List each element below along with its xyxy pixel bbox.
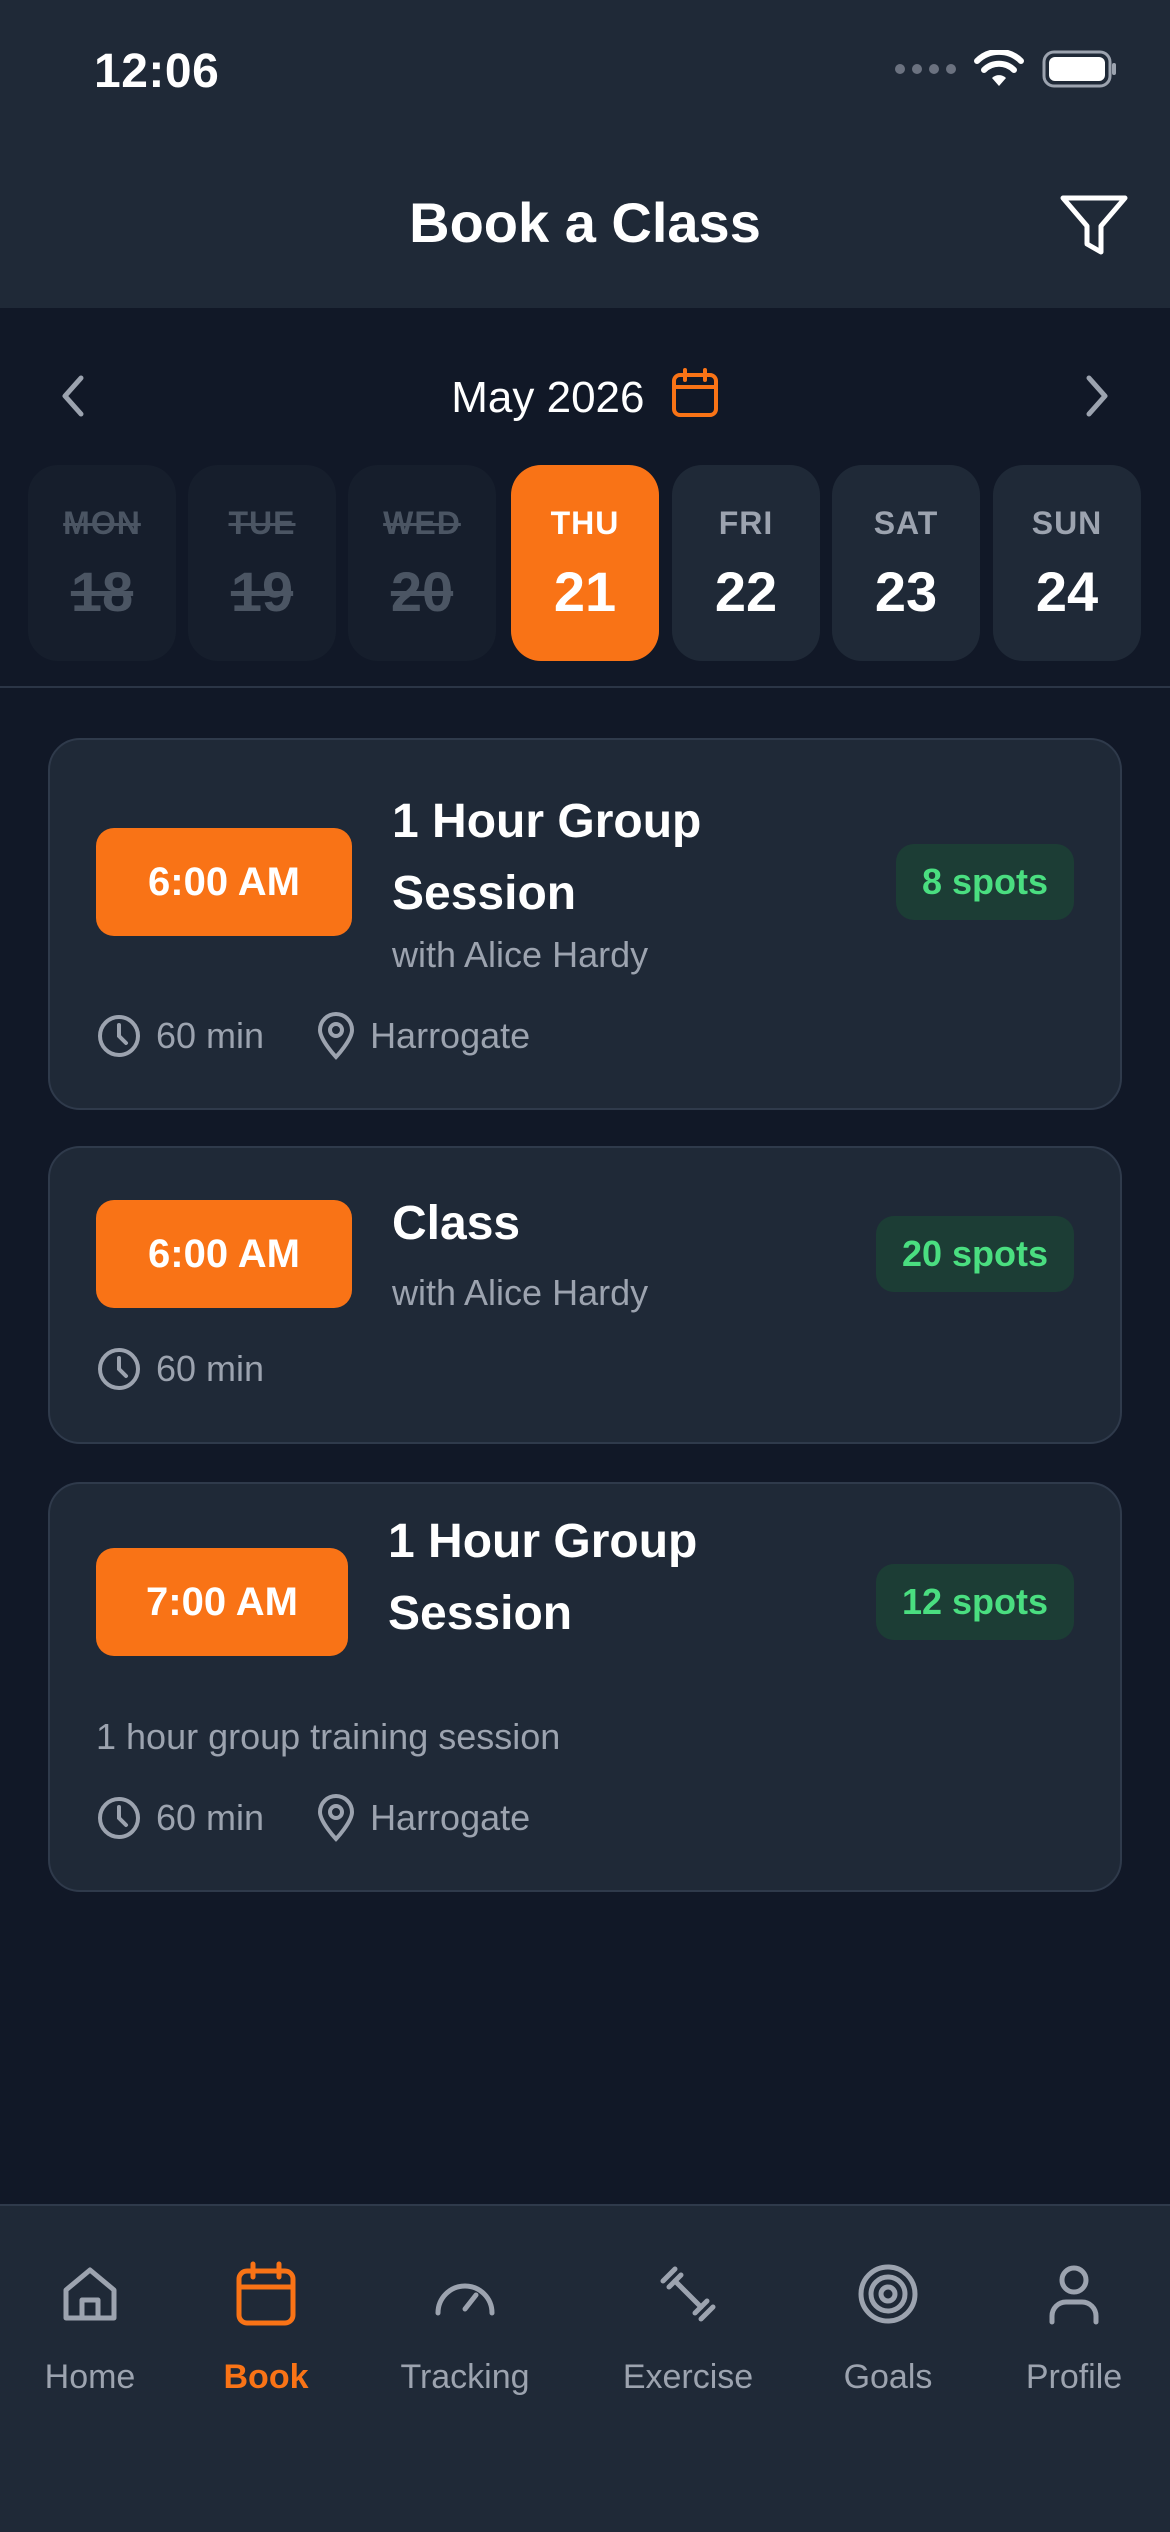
filter-icon <box>1060 195 1128 255</box>
nav-label: Tracking <box>400 2358 530 2396</box>
spots-badge: 8 spots <box>895 844 1074 920</box>
month-label: May 2026 <box>451 373 645 422</box>
duration: 60 min <box>96 1795 264 1841</box>
time-badge: 7:00 AM <box>96 1548 348 1656</box>
battery-icon <box>1042 50 1116 88</box>
class-description: 1 hour group training session <box>96 1716 561 1757</box>
day-name: WED <box>383 505 461 541</box>
filter-button[interactable] <box>1054 190 1134 262</box>
day-mon[interactable]: MON 18 <box>28 465 176 661</box>
class-meta: 60 min Harrogate <box>96 1794 582 1842</box>
bottom-navigation: Home Book Tracking Exercise Goals Profil… <box>0 2204 1170 2532</box>
status-time: 12:06 <box>94 45 220 98</box>
day-name: MON <box>63 505 141 541</box>
day-name: SAT <box>873 505 939 541</box>
duration-text: 60 min <box>156 1797 265 1838</box>
nav-label: Profile <box>1025 2358 1123 2396</box>
instructor: with Alice Hardy <box>392 934 649 975</box>
day-sun[interactable]: SUN 24 <box>993 465 1141 661</box>
dumbbell-icon <box>660 2266 716 2322</box>
nav-book[interactable]: Book <box>176 2254 356 2397</box>
spots-badge: 20 spots <box>875 1216 1074 1292</box>
class-card[interactable]: 6:00 AM 1 Hour Group Session with Alice … <box>48 738 1122 1110</box>
day-number: 24 <box>1035 560 1099 623</box>
cellular-signal-icon <box>895 64 956 74</box>
location: Harrogate <box>316 1012 530 1060</box>
target-icon <box>858 2264 918 2324</box>
duration: 60 min <box>96 1013 264 1059</box>
clock-icon <box>98 1797 140 1839</box>
nav-label: Goals <box>843 2358 933 2396</box>
user-icon <box>1049 2265 1099 2325</box>
day-number: 20 <box>390 560 454 623</box>
next-week-button[interactable] <box>1072 368 1122 424</box>
chevron-right-icon <box>1086 375 1108 417</box>
day-wed[interactable]: WED 20 <box>348 465 496 661</box>
home-icon <box>63 2267 117 2321</box>
nav-profile[interactable]: Profile <box>984 2254 1164 2397</box>
duration: 60 min <box>96 1346 264 1392</box>
class-title: 1 Hour Group Session <box>388 1506 697 1650</box>
nav-home[interactable]: Home <box>0 2254 180 2397</box>
day-name: SUN <box>1031 505 1103 541</box>
time-badge: 6:00 AM <box>96 828 352 936</box>
class-card[interactable]: 7:00 AM 1 Hour Group Session 12 spots 1 … <box>48 1482 1122 1892</box>
day-fri[interactable]: FRI 22 <box>672 465 820 661</box>
time-badge: 6:00 AM <box>96 1200 352 1308</box>
nav-goals[interactable]: Goals <box>798 2254 978 2397</box>
class-meta: 60 min <box>96 1346 316 1392</box>
wifi-icon <box>974 50 1024 86</box>
day-name: THU <box>550 505 620 541</box>
instructor: with Alice Hardy <box>392 1272 649 1313</box>
day-tue[interactable]: TUE 19 <box>188 465 336 661</box>
nav-tracking[interactable]: Tracking <box>375 2254 555 2397</box>
class-title-line: Session <box>388 1587 573 1640</box>
nav-label: Exercise <box>622 2358 754 2396</box>
location-text: Harrogate <box>370 1015 531 1056</box>
clock-icon <box>98 1348 140 1390</box>
calendar-icon <box>671 368 718 417</box>
status-icons <box>895 50 1118 88</box>
class-meta: 60 min Harrogate <box>96 1012 582 1060</box>
month-label-container[interactable]: May 2026 <box>0 368 1170 423</box>
class-card[interactable]: 6:00 AM Class with Alice Hardy 20 spots … <box>48 1146 1122 1444</box>
class-title-line: Session <box>392 867 577 920</box>
map-pin-icon <box>318 1012 355 1060</box>
month-selector: May 2026 <box>0 360 1170 430</box>
day-number: 21 <box>553 560 617 623</box>
nav-label: Home <box>44 2358 136 2396</box>
day-name: FRI <box>718 505 774 541</box>
top-header: 12:06 Book a Class <box>0 0 1170 308</box>
day-thu[interactable]: THU 21 <box>511 465 659 661</box>
calendar-icon <box>236 2261 296 2326</box>
spots-badge: 12 spots <box>875 1564 1074 1640</box>
divider <box>0 686 1170 688</box>
page-title: Book a Class <box>409 191 761 254</box>
day-number: 18 <box>70 560 134 623</box>
nav-label: Book <box>223 2358 309 2396</box>
class-title-line: 1 Hour Group <box>392 795 702 848</box>
class-title-line: 1 Hour Group <box>388 1515 698 1568</box>
location-text: Harrogate <box>370 1797 531 1838</box>
day-sat[interactable]: SAT 23 <box>832 465 980 661</box>
duration-text: 60 min <box>156 1015 265 1056</box>
day-selector: MON 18 TUE 19 WED 20 THU 21 FRI 22 SAT 2… <box>28 465 1142 661</box>
class-title-line: Class <box>392 1197 521 1250</box>
class-title: Class <box>392 1188 520 1260</box>
day-number: 23 <box>874 560 938 623</box>
gauge-icon <box>435 2283 495 2316</box>
nav-exercise[interactable]: Exercise <box>598 2254 778 2397</box>
day-name: TUE <box>228 505 296 541</box>
map-pin-icon <box>318 1794 355 1842</box>
clock-icon <box>98 1015 140 1057</box>
day-number: 19 <box>230 560 294 623</box>
day-number: 22 <box>714 560 778 623</box>
location: Harrogate <box>316 1794 530 1842</box>
class-title: 1 Hour Group Session <box>392 786 701 930</box>
duration-text: 60 min <box>156 1348 265 1389</box>
